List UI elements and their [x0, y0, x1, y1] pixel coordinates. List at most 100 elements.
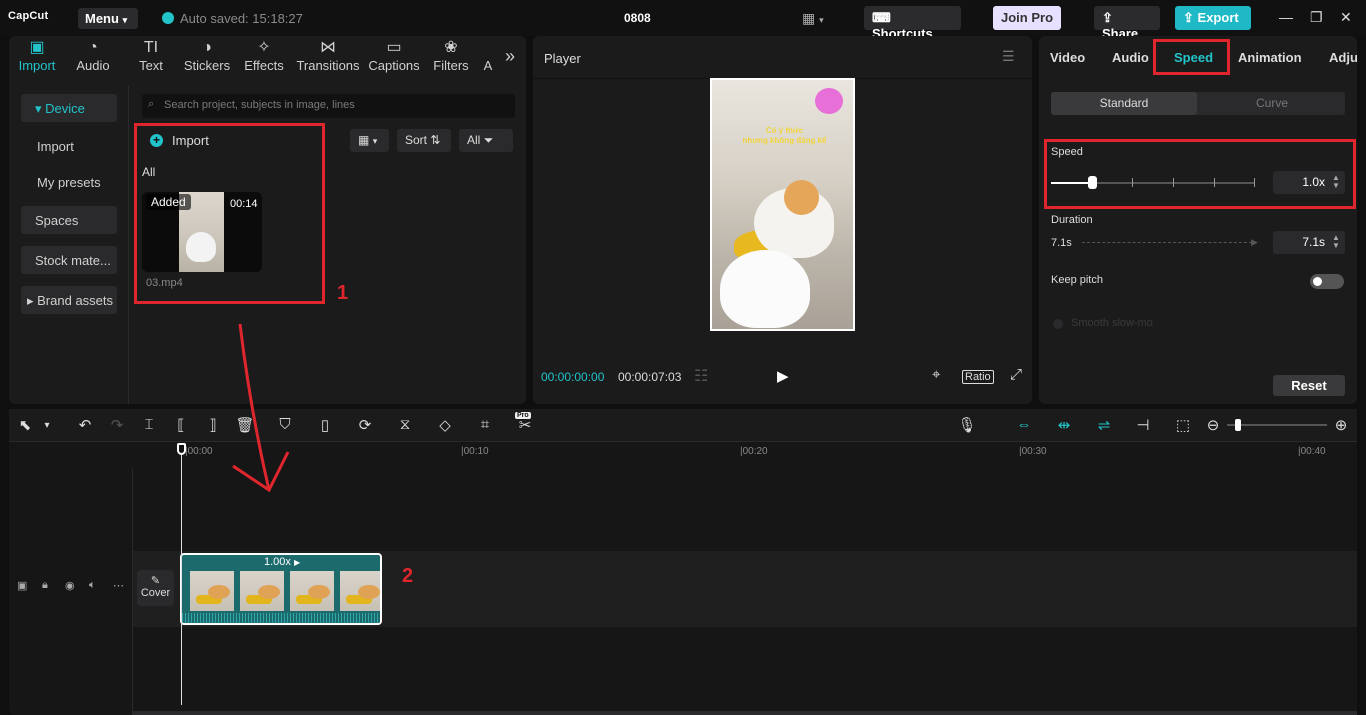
more-icon: [479, 38, 497, 58]
sort-icon: ⇅: [430, 133, 441, 147]
share-icon: ⇪: [1102, 10, 1113, 25]
magnet-main-icon[interactable]: ⇔: [1014, 416, 1034, 433]
tab-effects[interactable]: ✧ Effects: [241, 38, 287, 73]
reset-button[interactable]: Reset: [1273, 375, 1345, 396]
more-options-icon[interactable]: ⋯: [113, 579, 124, 592]
sidebar-item-stock[interactable]: Stock mate...: [21, 246, 117, 274]
search-placeholder: Search project, subjects in image, lines: [164, 99, 355, 111]
tab-adjust[interactable]: Adju: [1329, 50, 1357, 65]
frames-icon[interactable]: ☷: [694, 366, 708, 386]
timeline-ruler[interactable]: |00:00 |00:10 |00:20 |00:30 |00:40: [181, 443, 1351, 463]
link-icon[interactable]: ⇌: [1094, 416, 1114, 434]
rotate-icon[interactable]: ◇: [435, 416, 455, 434]
shortcuts-button[interactable]: ⌨ Shortcuts: [864, 6, 961, 41]
toggle-knob: [1313, 277, 1322, 286]
sidebar-item-import[interactable]: Import: [21, 132, 117, 160]
tab-captions-label: Captions: [368, 58, 420, 73]
tab-import[interactable]: ▣ Import: [15, 38, 59, 73]
title-bar: CapCut Menu ▾ Auto saved: 15:18:27 0808 …: [0, 0, 1366, 41]
preview-axis-icon[interactable]: ⊣: [1133, 416, 1153, 434]
minimize-icon[interactable]: —: [1279, 9, 1293, 25]
view-mode-button[interactable]: ▦ ▾: [350, 129, 389, 152]
tab-stickers[interactable]: ◑ Stickers: [181, 38, 233, 73]
split-right-icon[interactable]: ⟧: [203, 416, 223, 434]
project-title[interactable]: 0808: [624, 11, 651, 25]
duration-slider[interactable]: [1082, 242, 1252, 243]
track-toggle-icon[interactable]: ▣: [17, 579, 27, 592]
freeze-icon[interactable]: ▯: [315, 416, 335, 434]
volume-icon[interactable]: 🔈︎: [89, 579, 96, 592]
audio-icon: ◔: [88, 39, 98, 56]
tab-transitions[interactable]: ⋈ Transitions: [295, 38, 361, 73]
tab-audio[interactable]: Audio: [1112, 50, 1149, 65]
sidebar-item-brand-assets[interactable]: ▸ Brand assets: [21, 286, 117, 314]
close-icon[interactable]: ✕: [1340, 9, 1352, 26]
expand-tabs-icon[interactable]: »: [499, 46, 521, 67]
tab-text[interactable]: TI Text: [131, 38, 171, 73]
split-icon[interactable]: ⌶: [139, 416, 159, 433]
select-tool-icon[interactable]: ⬉: [15, 416, 35, 434]
eye-icon[interactable]: ◉: [65, 579, 75, 592]
keep-pitch-toggle[interactable]: [1310, 274, 1344, 289]
maximize-icon[interactable]: ❐: [1310, 9, 1323, 26]
zoom-out-icon[interactable]: ⊖: [1203, 416, 1223, 434]
standard-mode-button[interactable]: Standard: [1051, 92, 1197, 115]
zoom-fit-icon[interactable]: ⬚: [1173, 416, 1193, 434]
player-menu-icon[interactable]: ☰: [1002, 48, 1015, 65]
undo-icon[interactable]: ↶: [75, 416, 95, 434]
timeline-clip[interactable]: 1.00x ▶: [180, 553, 382, 625]
auto-snap-icon[interactable]: ⇹: [1054, 416, 1074, 434]
menu-button[interactable]: Menu ▾: [78, 8, 138, 29]
zoom-slider[interactable]: [1227, 424, 1327, 426]
zoom-slider-handle[interactable]: [1235, 419, 1241, 431]
microphone-icon[interactable]: 🎙: [957, 416, 977, 434]
tab-filters[interactable]: ❀ Filters: [429, 38, 473, 73]
stepper-icon[interactable]: ▲ ▼: [1332, 234, 1340, 250]
reverse-icon[interactable]: ⟳: [355, 416, 375, 434]
join-pro-button[interactable]: Join Pro: [993, 6, 1061, 30]
redo-icon[interactable]: ↷: [107, 416, 127, 434]
ratio-button[interactable]: Ratio: [962, 370, 994, 384]
filter-button[interactable]: All ⏷: [459, 129, 513, 152]
timeline-panel: ⬉ ▾ ↶ ↷ ⌶ ⟦ ⟧ 🗑 ⛉ ▯ ⟳ ⧖ ◇ ⌗ ✂ Pro 🎙 ⇔ ⇹ …: [9, 409, 1357, 715]
white-cat-image: [720, 250, 810, 328]
import-icon: ▣: [29, 39, 45, 56]
crop-icon[interactable]: ⌗: [475, 416, 495, 433]
ruler-label: |00:40: [1298, 446, 1326, 457]
timeline-scrollbar[interactable]: [133, 711, 1357, 715]
sidebar-item-spaces[interactable]: Spaces: [21, 206, 117, 234]
share-button[interactable]: ⇪ Share: [1094, 6, 1160, 41]
layout-icon[interactable]: ▦ ▾: [802, 10, 824, 27]
video-preview[interactable]: Có ý thức nhưng không đáng kể: [710, 78, 855, 331]
annotation-box-speed: [1044, 139, 1356, 209]
cover-button[interactable]: ✎ Cover: [137, 570, 174, 606]
tab-audio[interactable]: ◔ Audio: [71, 38, 115, 73]
filter-label: All: [467, 133, 481, 147]
mirror-icon[interactable]: ⧖: [395, 416, 415, 433]
sidebar-item-presets[interactable]: My presets: [21, 168, 117, 196]
sort-button[interactable]: Sort ⇅: [397, 129, 451, 152]
cat-image: [308, 585, 330, 599]
captions-icon: ▭: [386, 39, 402, 56]
lock-icon[interactable]: 🔒︎: [42, 579, 48, 592]
fullscreen-view-icon[interactable]: ⌖: [932, 366, 940, 383]
properties-panel: Video Audio Speed Animation Adju 3 Stand…: [1039, 36, 1357, 404]
tab-animation[interactable]: Animation: [1238, 50, 1302, 65]
sidebar-item-device[interactable]: ▾ Device: [21, 94, 117, 122]
chevron-down-icon[interactable]: ▾: [37, 420, 57, 431]
smooth-slowmo-checkbox[interactable]: [1053, 319, 1063, 329]
play-icon[interactable]: ▶: [777, 367, 789, 385]
expand-icon[interactable]: ⤢: [1010, 366, 1022, 383]
tab-captions[interactable]: ▭ Captions: [365, 38, 423, 73]
search-input[interactable]: ⌕ Search project, subjects in image, line…: [142, 94, 515, 118]
search-icon: ⌕: [148, 98, 155, 110]
tab-more-label: A: [483, 58, 493, 73]
curve-mode-button[interactable]: Curve: [1199, 92, 1345, 115]
playhead-handle[interactable]: [177, 443, 186, 455]
tab-more[interactable]: A: [479, 38, 497, 73]
tab-video[interactable]: Video: [1050, 50, 1085, 65]
zoom-in-icon[interactable]: ⊕: [1331, 416, 1351, 434]
split-left-icon[interactable]: ⟦: [171, 416, 191, 434]
export-button[interactable]: ⇪ Export: [1175, 6, 1251, 30]
playhead[interactable]: [181, 443, 182, 705]
